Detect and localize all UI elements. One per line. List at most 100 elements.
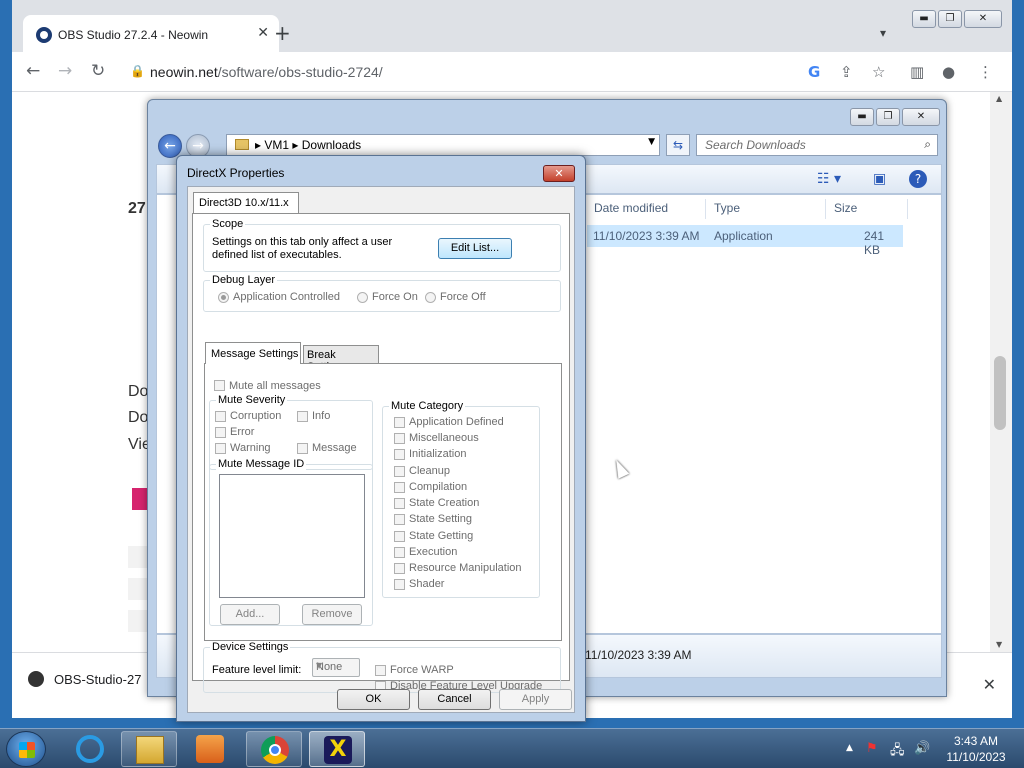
tab-direct3d[interactable]: Direct3D 10.x/11.x <box>193 192 299 214</box>
reload-icon[interactable]: ↻ <box>91 61 105 81</box>
taskbar-directx-control-panel[interactable]: X <box>309 731 365 767</box>
network-icon[interactable]: 🖧 <box>890 741 905 763</box>
scroll-up-icon[interactable]: ▲ <box>996 94 1002 103</box>
severity-error-checkbox[interactable] <box>215 427 226 438</box>
clock-date: 11/10/2023 <box>946 750 1006 764</box>
preview-pane-icon[interactable]: ▣ <box>873 171 886 187</box>
clock[interactable]: 3:43 AM 11/10/2023 <box>936 733 1016 765</box>
forward-icon[interactable]: → <box>58 61 72 81</box>
chrome-icon-center <box>269 744 281 756</box>
severity-message-checkbox[interactable] <box>297 443 308 454</box>
explorer-back-icon[interactable]: ← <box>158 134 182 158</box>
action-center-icon[interactable]: ⚑ <box>866 741 878 756</box>
browser-tab[interactable]: OBS Studio 27.2.4 - Neowin ✕ <box>23 15 279 52</box>
help-icon[interactable]: ? <box>909 170 927 188</box>
volume-icon[interactable]: 🔊 <box>914 741 930 756</box>
page-scrollbar[interactable]: ▲ ▼ <box>990 92 1012 652</box>
new-tab-icon[interactable]: + <box>274 23 291 43</box>
explorer-window-controls: ▬ ❐ ✕ <box>850 108 940 126</box>
maximize-button[interactable]: ❐ <box>938 10 962 28</box>
category-compilation-checkbox[interactable] <box>394 482 405 493</box>
google-lens-icon[interactable]: G <box>808 63 820 81</box>
downloads-bar-close-icon[interactable]: ✕ <box>983 675 996 694</box>
radio-application-controlled[interactable] <box>218 292 229 303</box>
explorer-maximize-button[interactable]: ❐ <box>876 108 900 126</box>
severity-warning-checkbox[interactable] <box>215 443 226 454</box>
column-date-modified[interactable]: Date modified <box>594 201 668 215</box>
category-shader-checkbox[interactable] <box>394 579 405 590</box>
category-state-setting-checkbox[interactable] <box>394 514 405 525</box>
file-row[interactable]: 11/10/2023 3:39 AM Application 241 KB <box>587 225 903 257</box>
internet-explorer-icon <box>76 735 104 763</box>
chrome-menu-icon[interactable]: ⋮ <box>978 63 993 81</box>
feature-level-combobox[interactable]: None ▼ <box>312 658 360 677</box>
taskbar-explorer[interactable] <box>121 731 177 767</box>
refresh-icon[interactable]: ⇆ <box>666 134 690 156</box>
windows-logo-icon <box>19 742 35 758</box>
taskbar-media-player[interactable] <box>182 731 238 767</box>
search-icon: ⌕ <box>924 137 931 151</box>
start-button[interactable] <box>6 731 46 767</box>
apply-button[interactable]: Apply <box>499 689 572 710</box>
tab-message-settings[interactable]: Message Settings <box>205 342 301 364</box>
bookmark-star-icon[interactable]: ☆ <box>872 63 885 81</box>
views-icon[interactable]: ☷ ▾ <box>817 171 841 187</box>
breadcrumb-downloads[interactable]: Downloads <box>302 138 361 152</box>
close-window-button[interactable]: ✕ <box>964 10 1002 28</box>
scrollbar-thumb[interactable] <box>994 356 1006 430</box>
side-panel-icon[interactable]: ▥ <box>910 63 924 81</box>
radio-force-on[interactable] <box>357 292 368 303</box>
category-resource-manipulation-checkbox[interactable] <box>394 563 405 574</box>
url-path: /software/obs-studio-2724/ <box>217 64 383 80</box>
tab-break-settings[interactable]: Break Settings <box>303 345 379 373</box>
share-icon[interactable]: ⇪ <box>840 63 853 81</box>
cancel-button[interactable]: Cancel <box>418 689 491 710</box>
minimize-button[interactable]: ▬ <box>912 10 936 28</box>
force-warp-checkbox[interactable] <box>375 665 386 676</box>
column-type[interactable]: Type <box>714 201 740 215</box>
category-state-creation-checkbox[interactable] <box>394 498 405 509</box>
taskbar-internet-explorer[interactable] <box>62 731 118 767</box>
edit-list-button[interactable]: Edit List... <box>438 238 512 259</box>
category-cleanup-label: Cleanup <box>409 465 450 477</box>
category-execution-checkbox[interactable] <box>394 547 405 558</box>
taskbar-chrome[interactable] <box>246 731 302 767</box>
scroll-down-icon[interactable]: ▼ <box>996 640 1002 649</box>
dialog-close-button[interactable]: ✕ <box>543 165 575 182</box>
radio-force-off[interactable] <box>425 292 436 303</box>
profile-avatar-icon[interactable]: ● <box>942 63 955 81</box>
tab-close-icon[interactable]: ✕ <box>257 25 269 41</box>
severity-info-checkbox[interactable] <box>297 411 308 422</box>
explorer-address-bar[interactable]: ▸ VM1 ▸ Downloads ▼ <box>226 134 660 156</box>
category-application-defined-checkbox[interactable] <box>394 417 405 428</box>
category-cleanup-checkbox[interactable] <box>394 466 405 477</box>
ok-button[interactable]: OK <box>337 689 410 710</box>
download-item[interactable]: OBS-Studio-27 <box>28 671 141 687</box>
tab-search-chevron-icon[interactable]: ▾ <box>880 26 886 40</box>
category-state-getting-label: State Getting <box>409 530 474 542</box>
column-size[interactable]: Size <box>834 201 857 215</box>
show-hidden-icons-icon[interactable]: ▲ <box>846 743 853 753</box>
category-miscellaneous-checkbox[interactable] <box>394 433 405 444</box>
tab-message-settings-label: Message Settings <box>211 348 299 360</box>
scope-text-line1: Settings on this tab only affect a user <box>212 236 393 248</box>
dialog-body: Direct3D 10.x/11.x Scope Settings on thi… <box>187 186 575 713</box>
address-dropdown-icon[interactable]: ▼ <box>648 137 655 147</box>
message-id-listbox[interactable] <box>219 474 365 598</box>
remove-button[interactable]: Remove <box>302 604 362 625</box>
category-initialization-checkbox[interactable] <box>394 449 405 460</box>
back-icon[interactable]: ← <box>26 61 40 81</box>
download-filename: OBS-Studio-27 <box>54 672 142 687</box>
breadcrumb-vm1[interactable]: VM1 <box>264 138 289 152</box>
explorer-minimize-button[interactable]: ▬ <box>850 108 874 126</box>
severity-corruption-checkbox[interactable] <box>215 411 226 422</box>
explorer-search-input[interactable]: Search Downloads ⌕ <box>696 134 938 156</box>
chrome-icon <box>261 736 289 764</box>
explorer-close-button[interactable]: ✕ <box>902 108 940 126</box>
taskbar: X ▲ ⚑ 🖧 🔊 3:43 AM 11/10/2023 <box>0 728 1024 768</box>
mute-all-checkbox[interactable] <box>214 380 225 391</box>
category-state-getting-checkbox[interactable] <box>394 531 405 542</box>
add-button[interactable]: Add... <box>220 604 280 625</box>
combobox-arrow-icon: ▼ <box>316 661 323 670</box>
category-compilation-label: Compilation <box>409 481 468 493</box>
